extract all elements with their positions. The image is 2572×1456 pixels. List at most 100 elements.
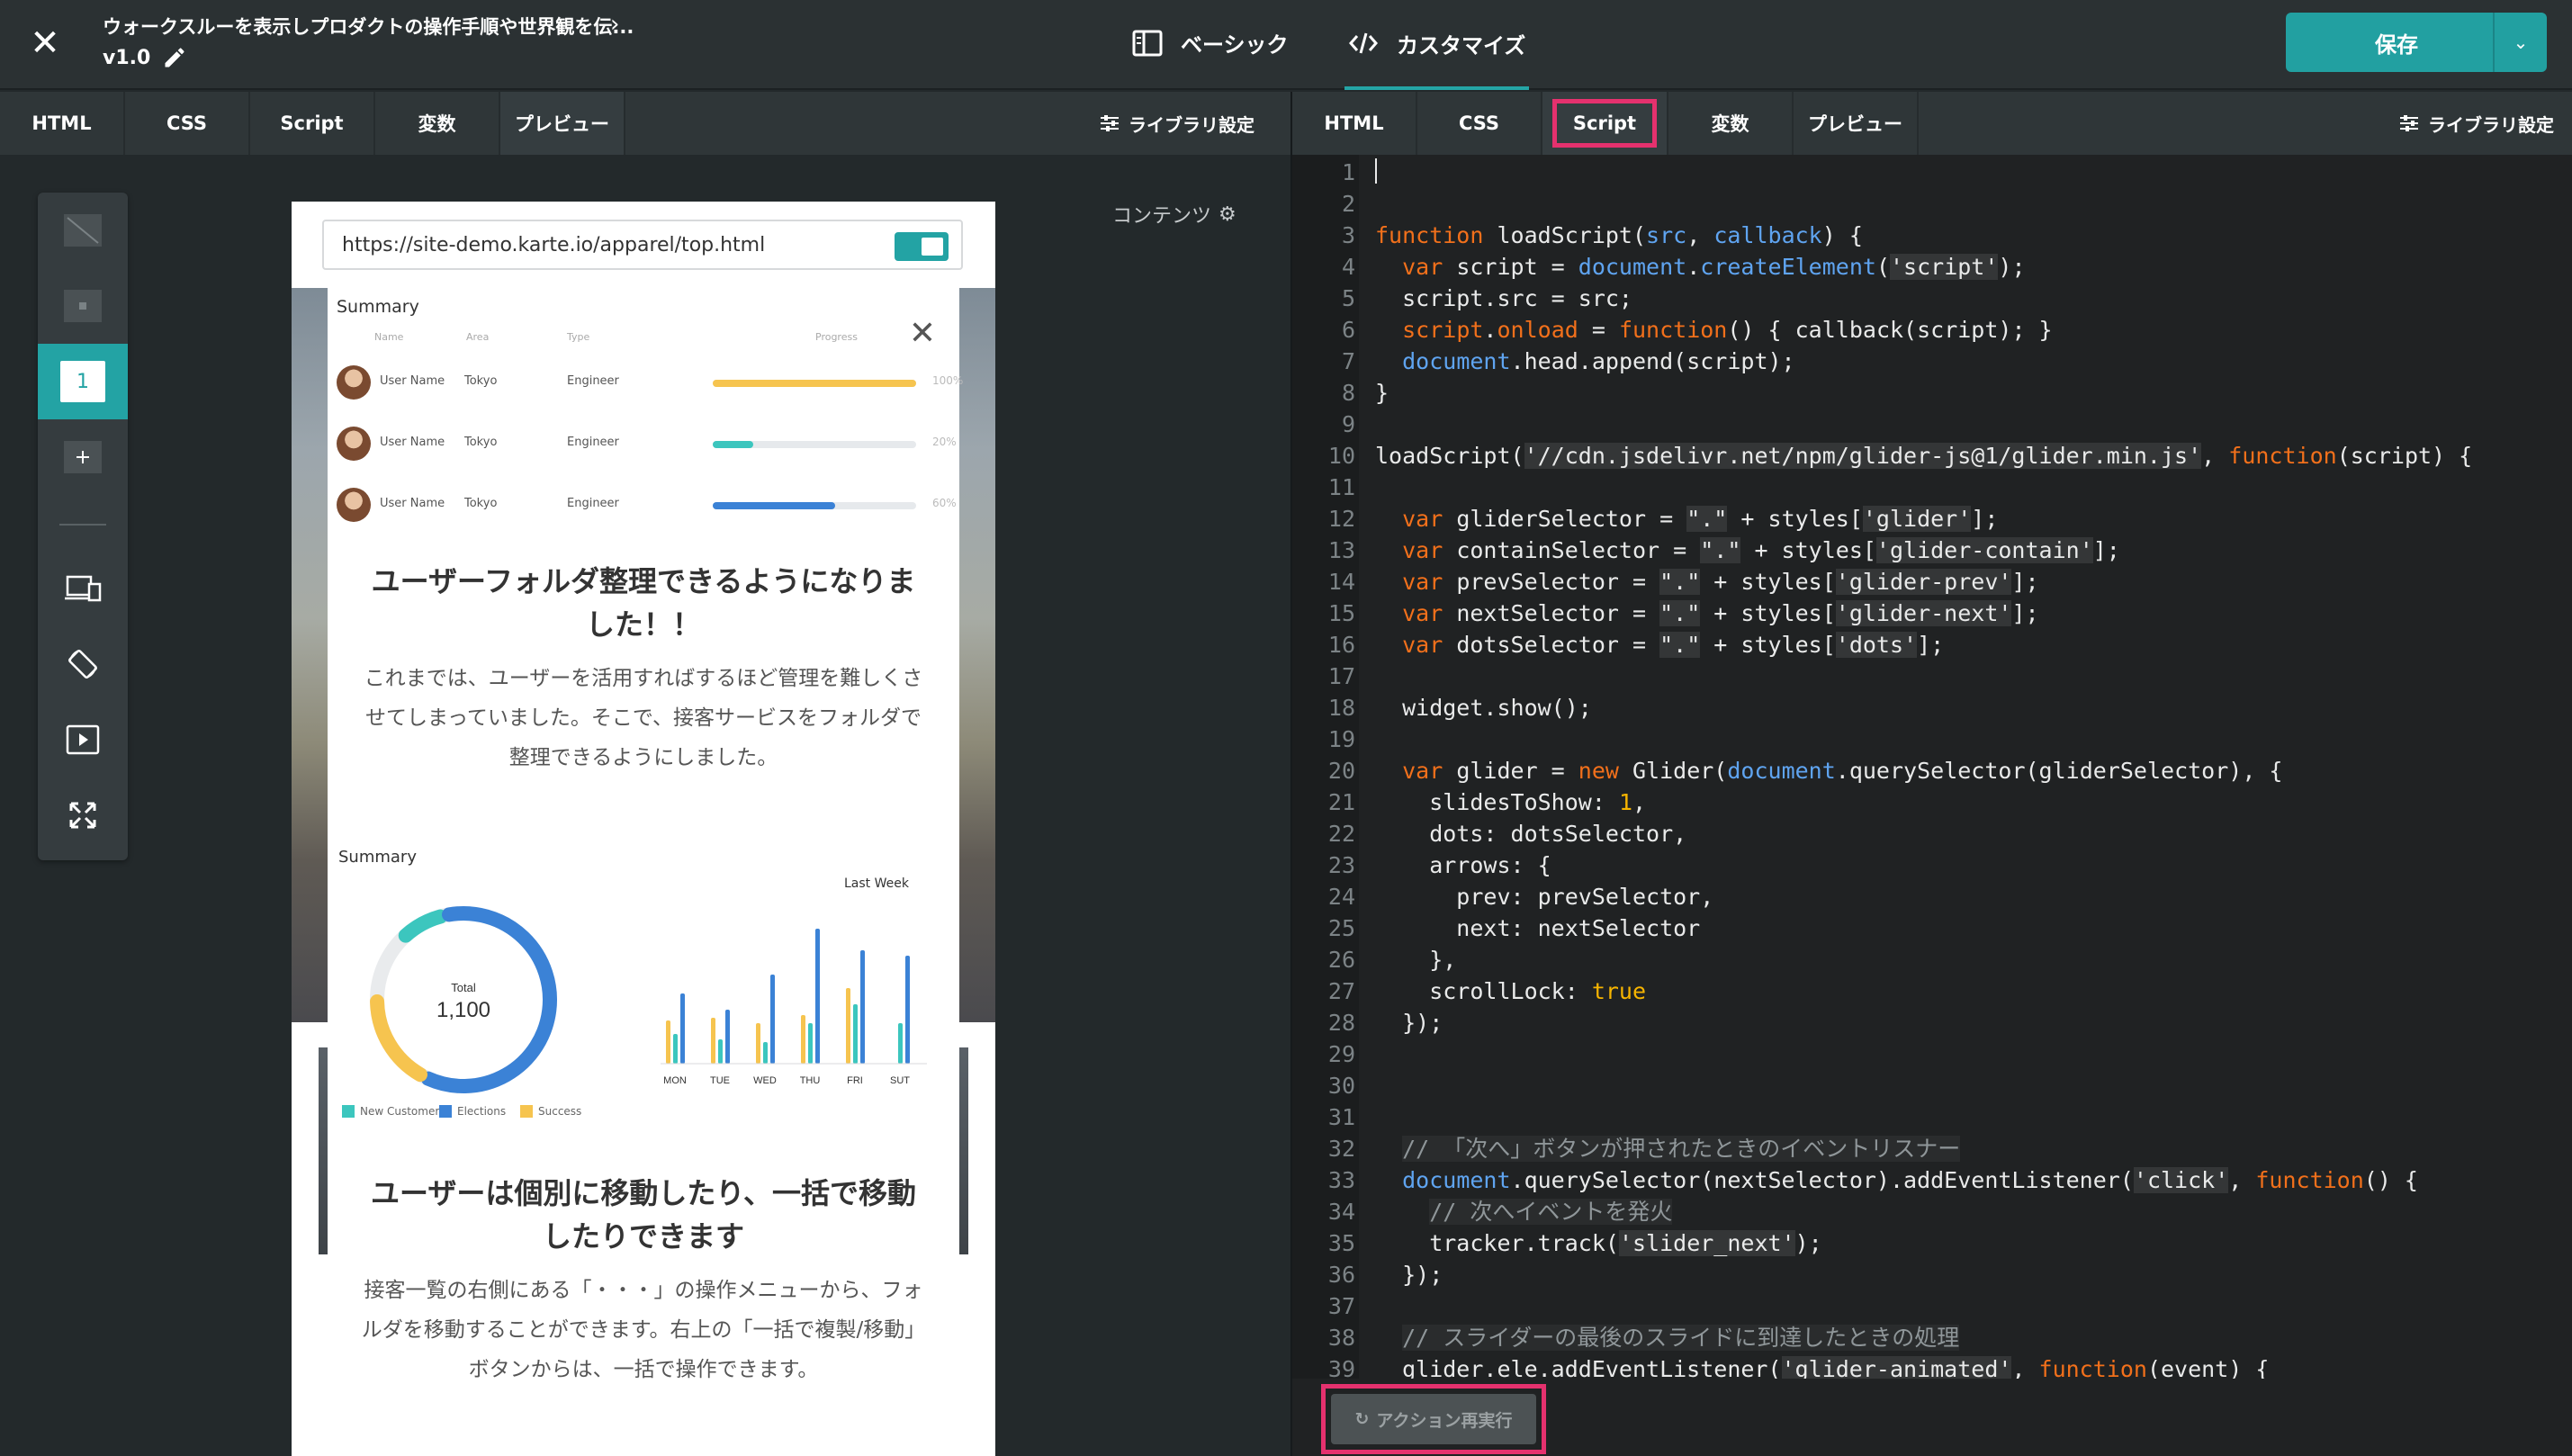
square-icon: [64, 290, 102, 322]
close-icon[interactable]: ✕: [27, 25, 63, 61]
table-row: User Name Tokyo Engineer 20%: [335, 416, 959, 468]
code-text: arrows: {: [1375, 852, 1551, 878]
bar-chart: MON TUE WED THU FRI SUT: [661, 929, 927, 1086]
progress-track: [713, 502, 916, 509]
rotate-tool[interactable]: [38, 626, 128, 702]
tab-css-left[interactable]: CSS: [125, 92, 250, 155]
line-number: 23: [1327, 852, 1355, 878]
fullscreen-tool[interactable]: [38, 777, 128, 853]
code-line: 16 var dotsSelector = "." + styles['dots…: [1292, 631, 2572, 660]
version-label: v1.0: [103, 47, 151, 69]
close-icon[interactable]: ✕: [909, 315, 936, 352]
script-code-editor[interactable]: 1 2 3 function loadScript(src, callback) { 4…: [1292, 155, 2572, 1379]
user-area: Tokyo: [464, 436, 498, 449]
bar: [846, 988, 850, 1064]
tab-variables-right[interactable]: 変数: [1668, 92, 1794, 155]
tab-html-left[interactable]: HTML: [0, 92, 125, 155]
code-line: 34 // 次へイベントを発火: [1292, 1198, 2572, 1227]
url-toggle[interactable]: [895, 232, 949, 261]
column-name: Name: [374, 331, 404, 343]
code-line: 9: [1292, 410, 2572, 439]
gear-icon: ⚙: [1219, 202, 1237, 226]
progress-percent: 60%: [932, 497, 957, 509]
line-number: 8: [1341, 380, 1355, 406]
tab-css-right[interactable]: CSS: [1417, 92, 1542, 155]
preview-url-bar[interactable]: https://site-demo.karte.io/apparel/top.h…: [322, 220, 963, 270]
project-title[interactable]: ウォークスルーを表示しプロダクトの操作手順や世界観を伝...: [103, 13, 634, 40]
tab-variables-left[interactable]: 変数: [375, 92, 500, 155]
code-line: 18 widget.show();: [1292, 694, 2572, 723]
line-number: 31: [1327, 1104, 1355, 1130]
code-line: 1: [1292, 158, 2572, 187]
mode-basic-button[interactable]: ベーシック: [1132, 27, 1289, 58]
preview-tool-strip: 1: [38, 193, 128, 860]
avatar: [337, 488, 371, 522]
tab-preview-left[interactable]: プレビュー: [500, 92, 625, 155]
code-line: 3 function loadScript(src, callback) {: [1292, 221, 2572, 250]
code-text: document.head.append(script);: [1402, 348, 1795, 374]
line-number: 12: [1327, 506, 1355, 532]
library-settings-left[interactable]: ライブラリ設定: [1100, 92, 1255, 155]
x-tick-label: FRI: [847, 1075, 863, 1086]
save-button[interactable]: 保存: [2286, 27, 2493, 58]
code-icon: [1349, 32, 1378, 54]
line-number: 38: [1327, 1325, 1355, 1351]
play-tool[interactable]: [38, 702, 128, 777]
code-line: 14 var prevSelector = "." + styles['glid…: [1292, 568, 2572, 597]
code-text: }: [1375, 380, 1389, 406]
tab-script-left[interactable]: Script: [250, 92, 375, 155]
legend-swatch: [520, 1105, 533, 1118]
diagonal-tool[interactable]: [38, 193, 128, 268]
rerun-action-button[interactable]: ↻ アクション再実行: [1331, 1394, 1536, 1444]
tab-preview-right[interactable]: プレビュー: [1794, 92, 1919, 155]
code-text: // 「次へ」ボタンが押されたときのイベントリスナー: [1402, 1136, 1961, 1162]
contents-settings[interactable]: コンテンツ ⚙: [1112, 200, 1237, 229]
line-number: 15: [1327, 600, 1355, 626]
library-settings-right[interactable]: ライブラリ設定: [2399, 92, 2554, 155]
device-tool[interactable]: [38, 551, 128, 626]
code-text: var prevSelector = "." + styles['glider-…: [1402, 569, 2039, 595]
code-text: glider.ele.addEventListener('glider-anim…: [1375, 1355, 2269, 1379]
tab-script-label: Script: [1551, 99, 1658, 148]
tab-script-right[interactable]: Script: [1542, 92, 1668, 155]
add-slide-tool[interactable]: [38, 419, 128, 495]
line-number: 9: [1341, 411, 1355, 437]
code-line: 17: [1292, 662, 2572, 691]
box-tool[interactable]: [38, 268, 128, 344]
user-name: User Name: [380, 374, 445, 388]
line-number: 11: [1327, 474, 1355, 500]
column-area: Area: [466, 331, 490, 343]
contents-label: コンテンツ: [1112, 205, 1212, 228]
slide-1-tool[interactable]: 1: [38, 344, 128, 419]
donut-total-value: 1,100: [436, 998, 490, 1022]
code-line: 22 dots: dotsSelector,: [1292, 820, 2572, 849]
line-number: 4: [1341, 254, 1355, 280]
line-number: 7: [1341, 348, 1355, 374]
mode-customize-tab[interactable]: カスタマイズ: [1344, 0, 1530, 90]
code-text: widget.show();: [1375, 695, 1592, 721]
line-number: 10: [1327, 443, 1355, 469]
line-number: 36: [1327, 1262, 1355, 1288]
code-line: 26 },: [1292, 946, 2572, 975]
save-button-group: 保存 ⌄: [2286, 13, 2547, 72]
rerun-label: アクション再実行: [1376, 1410, 1513, 1431]
refresh-icon: ↻: [1354, 1409, 1370, 1429]
code-line: 11: [1292, 473, 2572, 502]
chevron-down-icon[interactable]: ⌄: [2493, 13, 2547, 72]
library-settings-label: ライブラリ設定: [1129, 113, 1255, 136]
line-number: 13: [1327, 537, 1355, 563]
progress-track: [713, 441, 916, 448]
tab-html-right[interactable]: HTML: [1292, 92, 1417, 155]
user-area: Tokyo: [464, 497, 498, 510]
pencil-icon[interactable]: [162, 45, 187, 70]
top-bar: ✕ ウォークスルーを表示しプロダクトの操作手順や世界観を伝... › v1.0 …: [0, 0, 2572, 90]
plus-icon: [64, 441, 102, 473]
mode-basic-label: ベーシック: [1181, 32, 1289, 58]
chevron-right-icon[interactable]: ›: [610, 11, 619, 38]
code-line: 39 glider.ele.addEventListener('glider-a…: [1292, 1355, 2572, 1379]
line-number: 35: [1327, 1230, 1355, 1256]
text-cursor: [1375, 158, 1377, 184]
bar: [711, 1018, 715, 1064]
progress-fill: [713, 441, 754, 448]
line-number: 30: [1327, 1073, 1355, 1099]
